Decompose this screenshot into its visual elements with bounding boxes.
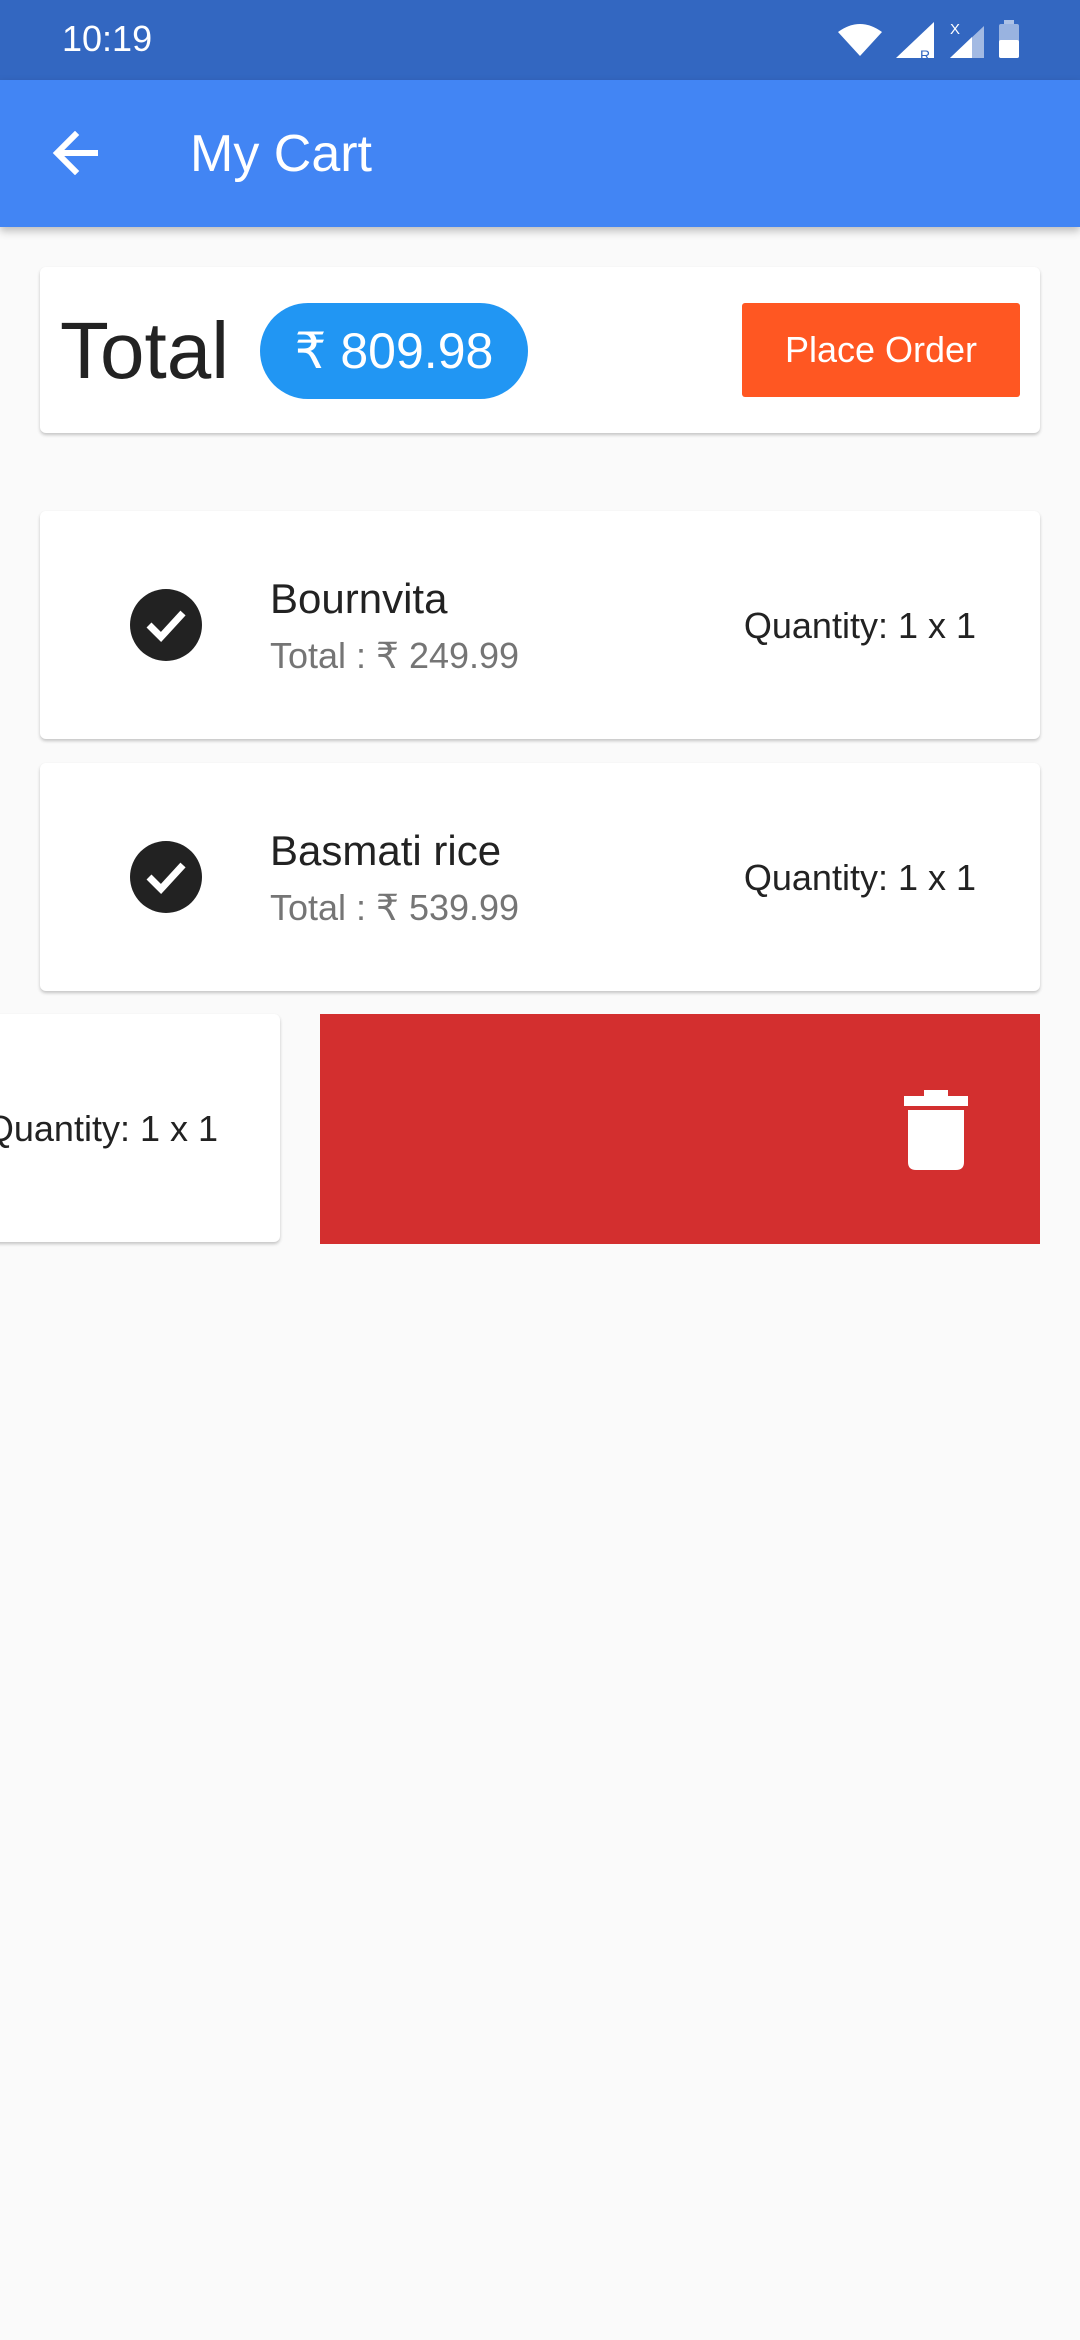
total-amount-badge: ₹ 809.98 <box>260 303 528 399</box>
item-total: Total : ₹ 539.99 <box>270 887 520 928</box>
battery-icon <box>999 20 1019 58</box>
cart-item-swiping[interactable]: Quantity: 1 x 1 <box>0 1014 280 1242</box>
item-name: Basmati rice <box>270 827 502 874</box>
cellular-signal-2-icon: X <box>950 21 984 58</box>
swipe-delete-background[interactable] <box>320 1014 1040 1244</box>
status-time: 10:19 <box>62 18 153 59</box>
status-bar: 10:19 R X <box>0 0 1080 80</box>
item-quantity: Quantity: 1 x 1 <box>0 1108 218 1149</box>
cart-total-card: Total ₹ 809.98 Place Order <box>40 267 1040 433</box>
item-name: Bournvita <box>270 575 448 622</box>
page-title: My Cart <box>190 125 372 183</box>
wifi-icon <box>838 24 882 56</box>
cart-item[interactable]: Basmati rice Total : ₹ 539.99 Quantity: … <box>40 763 1040 991</box>
sim-badge: X <box>950 21 960 38</box>
checkmark-glyph <box>146 862 186 895</box>
back-button[interactable] <box>40 118 110 188</box>
arrow-back-icon <box>52 131 98 175</box>
cart-item[interactable]: Bournvita Total : ₹ 249.99 Quantity: 1 x… <box>40 511 1040 739</box>
app-bar: My Cart <box>0 80 1080 227</box>
trash-icon[interactable] <box>904 1090 968 1170</box>
cellular-signal-icon: R <box>896 22 934 60</box>
check-circle-icon[interactable] <box>130 589 202 661</box>
checkmark-glyph <box>146 610 186 643</box>
total-label: Total <box>60 306 229 395</box>
status-icons: R X <box>836 18 1020 62</box>
item-total: Total : ₹ 249.99 <box>270 635 520 676</box>
check-circle-icon[interactable] <box>130 841 202 913</box>
place-order-button[interactable]: Place Order <box>742 303 1020 397</box>
item-quantity: Quantity: 1 x 1 <box>743 605 976 646</box>
network-badge: R <box>920 47 930 60</box>
item-quantity: Quantity: 1 x 1 <box>743 857 976 898</box>
